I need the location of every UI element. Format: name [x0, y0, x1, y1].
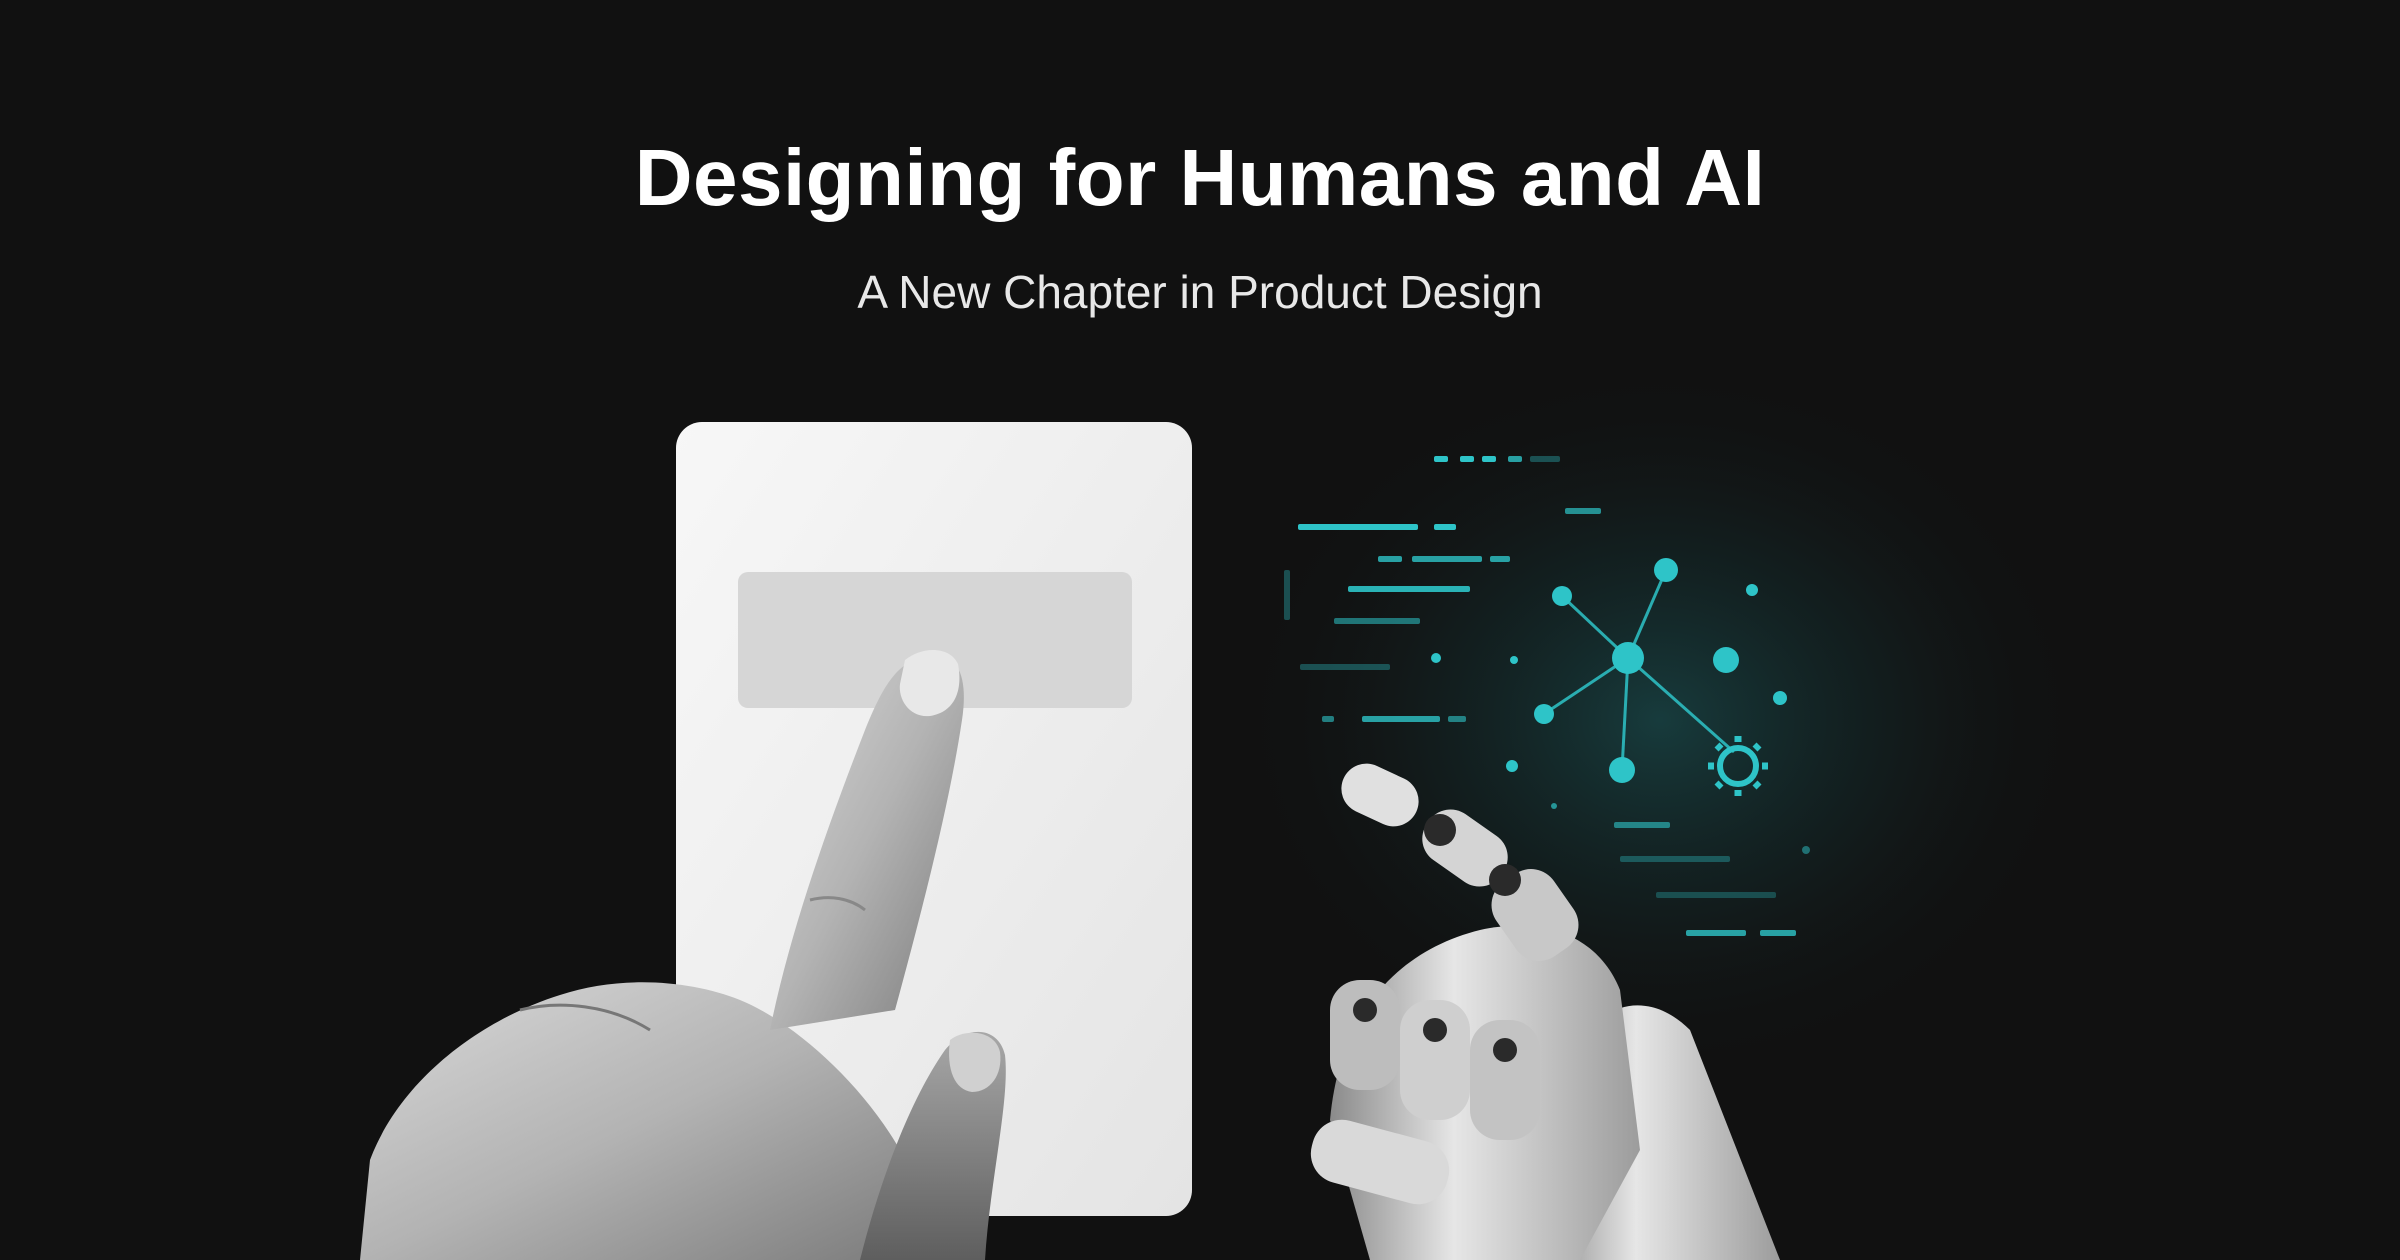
illustration [360, 360, 2090, 1260]
hero-banner: Designing for Humans and AI A New Chapte… [0, 0, 2400, 1260]
ai-glow [1230, 360, 2090, 1080]
